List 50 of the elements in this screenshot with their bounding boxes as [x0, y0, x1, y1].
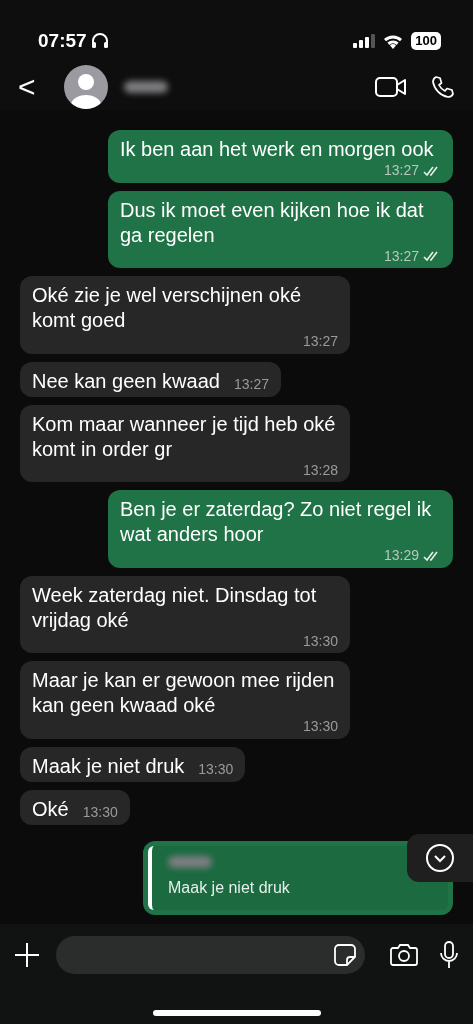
back-button[interactable]: <: [14, 72, 40, 102]
message-input-field[interactable]: [56, 936, 365, 974]
message-bubble[interactable]: Week zaterdag niet. Dinsdag tot vrijdag oké 13:30: [20, 575, 350, 653]
timestamp: 13:30: [302, 718, 338, 736]
timestamp: 13:27: [383, 247, 419, 265]
status-time: 07:57: [38, 28, 87, 53]
battery-level: 100: [411, 32, 441, 50]
message-text: Oké: [32, 796, 69, 822]
timestamp: 13:27: [383, 162, 419, 180]
message-text: Nee kan geen kwaad: [32, 368, 220, 394]
camera-icon[interactable]: [389, 943, 419, 967]
message-bubble[interactable]: Maak je niet druk 13:30: [20, 746, 246, 782]
message-bubble[interactable]: Oké 13:30: [20, 789, 130, 825]
scroll-down-button[interactable]: [407, 834, 473, 882]
message-bubble[interactable]: Nee kan geen kwaad 13:27: [20, 361, 281, 397]
video-call-icon[interactable]: [375, 76, 407, 98]
message-text: Ben je er zaterdag? Zo niet regel ik wat anders hoor: [120, 497, 433, 547]
blurred-contact-name: [123, 81, 168, 93]
message-bubble[interactable]: Maar je kan er gewoon mee rijden kan geen kwaad oké 13:30: [20, 661, 350, 739]
phone-call-icon[interactable]: [431, 75, 455, 99]
timestamp: 13:27: [302, 333, 338, 351]
timestamp: 13:30: [198, 761, 234, 779]
message-bubble[interactable]: Dus ik moet even kijken hoe ik dat ga regelen 13:27: [108, 190, 453, 268]
add-icon[interactable]: [14, 942, 40, 968]
microphone-icon[interactable]: [439, 941, 459, 969]
message-bubble[interactable]: Kom maar wanneer je tijd heb oké komt in order gr 13:28: [20, 404, 350, 482]
message-text: Dus ik moet even kijken hoe ik dat ga regelen: [120, 197, 425, 248]
message-text: Oké zie je wel verschijnen oké komt goed: [32, 283, 302, 333]
reply-message-bubble[interactable]: Maak je niet druk: [143, 840, 453, 915]
message-text: Kom maar wanneer je tijd heb oké komt in order gr: [32, 411, 337, 462]
sticker-icon[interactable]: [333, 943, 357, 967]
signal-icon: [353, 34, 376, 48]
message-text: Maar je kan er gewoon mee rijden kan geen kwaad oké: [32, 668, 336, 718]
wifi-icon: [383, 33, 404, 49]
timestamp: 13:30: [302, 632, 338, 650]
timestamp: 13:27: [233, 376, 269, 394]
quoted-message-text: Maak je niet druk: [168, 877, 291, 898]
chevron-down-icon: [425, 843, 455, 873]
blurred-sender-name: [168, 855, 212, 868]
headphones-icon: [90, 32, 109, 50]
contact-avatar[interactable]: [63, 65, 108, 109]
message-bubble[interactable]: Oké zie je wel verschijnen oké komt goed 13:27: [20, 276, 350, 354]
message-text: Maak je niet druk: [32, 753, 185, 779]
message-bubble[interactable]: Ben je er zaterdag? Zo niet regel ik wat anders hoor 13:29: [108, 490, 453, 568]
message-bubble[interactable]: Ik ben aan het werk en morgen ook 13:27: [108, 130, 453, 183]
message-text: Week zaterdag niet. Dinsdag tot vrijdag oké: [32, 582, 318, 633]
timestamp: 13:29: [383, 547, 419, 565]
message-text: Ik ben aan het werk en morgen ook: [120, 137, 434, 162]
timestamp: 13:30: [82, 804, 118, 822]
timestamp: 13:28: [302, 461, 338, 479]
